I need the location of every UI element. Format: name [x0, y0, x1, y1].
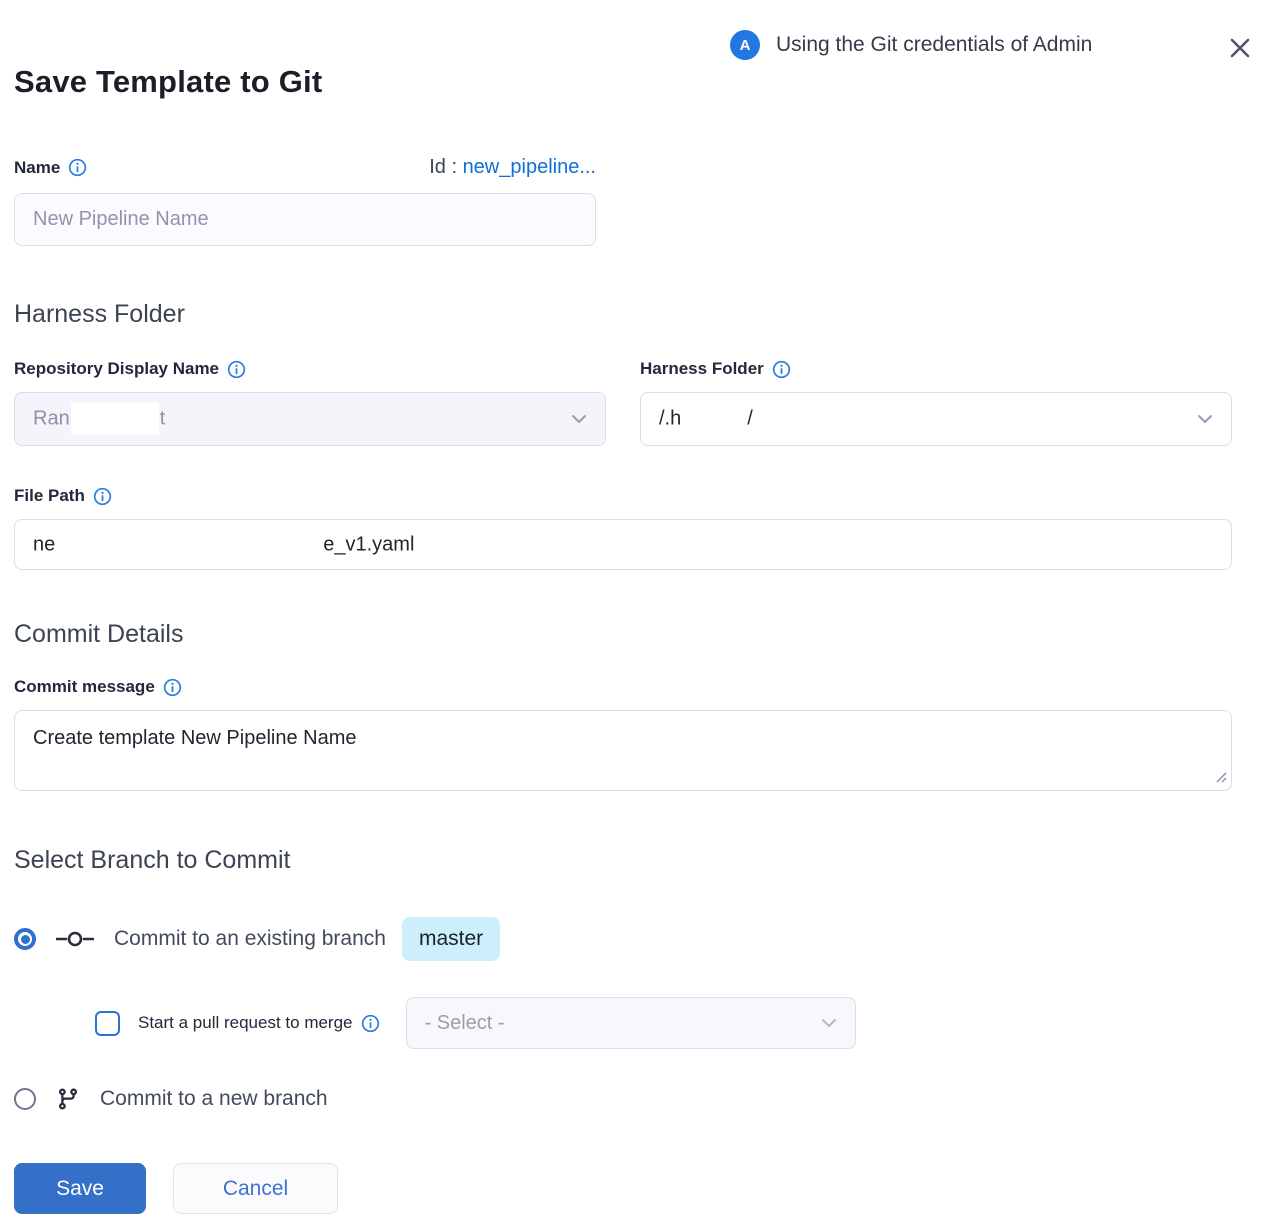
close-icon[interactable]: [1226, 34, 1254, 62]
commit-details-heading: Commit Details: [14, 620, 1250, 649]
save-button[interactable]: Save: [14, 1163, 146, 1214]
new-branch-label[interactable]: Commit to a new branch: [100, 1087, 328, 1111]
new-branch-radio[interactable]: [14, 1088, 36, 1110]
credentials-text: Using the Git credentials of Admin: [776, 33, 1092, 57]
info-icon[interactable]: [93, 487, 112, 506]
harness-folder-label: Harness Folder: [640, 359, 764, 379]
id-prefix: Id :: [429, 156, 457, 178]
existing-branch-option: Commit to an existing branch master: [14, 917, 1250, 961]
existing-branch-label[interactable]: Commit to an existing branch: [114, 927, 386, 951]
git-branch-icon: [56, 1087, 80, 1111]
repository-select[interactable]: Rant: [14, 392, 606, 446]
git-credentials-banner: A Using the Git credentials of Admin: [730, 30, 1092, 60]
file-path-label: File Path: [14, 486, 85, 506]
harness-folder-heading: Harness Folder: [14, 300, 1250, 329]
avatar: A: [730, 30, 760, 60]
commit-message-label: Commit message: [14, 677, 155, 697]
commit-message-textarea[interactable]: Create template New Pipeline Name: [14, 710, 1232, 791]
chevron-down-icon: [1197, 414, 1213, 424]
existing-branch-radio[interactable]: [14, 928, 36, 950]
name-field-header: Name Id : new_pipeline...: [14, 156, 596, 179]
repository-label: Repository Display Name: [14, 359, 219, 379]
new-branch-option: Commit to a new branch: [14, 1087, 1250, 1111]
git-commit-icon: [56, 928, 94, 950]
branch-name-tag: master: [402, 917, 500, 961]
save-template-to-git-dialog: A Using the Git credentials of Admin Sav…: [0, 0, 1280, 1226]
chevron-down-icon: [821, 1018, 837, 1028]
info-icon[interactable]: [772, 360, 791, 379]
redaction-block: [71, 403, 159, 435]
redaction-block: [56, 529, 322, 561]
name-label: Name: [14, 158, 60, 178]
pull-request-label[interactable]: Start a pull request to merge: [138, 1013, 353, 1033]
select-branch-heading: Select Branch to Commit: [14, 846, 1250, 875]
chevron-down-icon: [571, 414, 587, 424]
name-input[interactable]: [14, 193, 596, 246]
redaction-block: [682, 403, 746, 435]
harness-folder-select[interactable]: /.h/: [640, 392, 1232, 446]
file-path-input[interactable]: nee_v1.yaml: [14, 519, 1232, 570]
pull-request-checkbox[interactable]: [95, 1011, 120, 1036]
cancel-button[interactable]: Cancel: [173, 1163, 338, 1214]
info-icon[interactable]: [361, 1014, 380, 1033]
pull-request-option: Start a pull request to merge - Select -: [14, 997, 1250, 1049]
id-link[interactable]: new_pipeline...: [463, 156, 596, 178]
target-branch-select[interactable]: - Select -: [406, 997, 856, 1049]
resize-handle[interactable]: [1214, 770, 1227, 788]
info-icon[interactable]: [227, 360, 246, 379]
info-icon[interactable]: [163, 678, 182, 697]
info-icon[interactable]: [68, 158, 87, 177]
